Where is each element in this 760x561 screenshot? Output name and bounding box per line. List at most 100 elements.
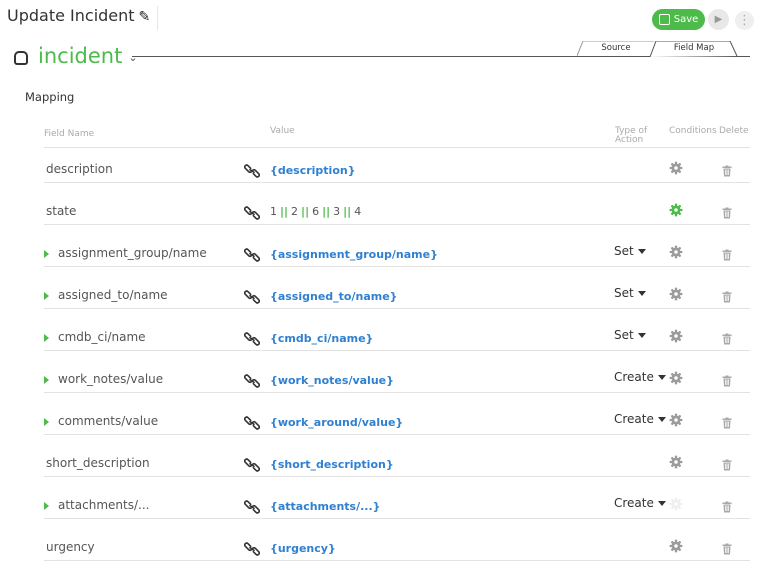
field-value[interactable]: {attachments/...} xyxy=(270,500,381,513)
action-type-label: Set xyxy=(614,286,634,300)
delete-trash-icon[interactable] xyxy=(721,162,733,177)
conditions-gear-icon[interactable] xyxy=(669,538,683,553)
expand-caret-icon[interactable] xyxy=(44,250,49,258)
column-header-delete: Delete xyxy=(719,126,749,136)
link-icon[interactable] xyxy=(243,247,261,262)
field-value[interactable]: 1 || 2 || 6 || 3 || 4 xyxy=(270,205,361,218)
link-icon[interactable] xyxy=(243,373,261,388)
page-title: Update Incident ✎ xyxy=(7,6,150,25)
conditions-gear-icon[interactable] xyxy=(669,454,683,469)
link-icon[interactable] xyxy=(243,289,261,304)
field-value[interactable]: {assignment_group/name} xyxy=(270,248,438,261)
delete-trash-icon[interactable] xyxy=(721,288,733,303)
caret-down-icon xyxy=(657,374,666,380)
field-name: short_description xyxy=(46,456,150,470)
delete-trash-icon[interactable] xyxy=(721,414,733,429)
tab-field-map[interactable]: Field Map xyxy=(650,41,738,57)
field-name: work_notes/value xyxy=(58,372,164,386)
conditions-gear-icon[interactable] xyxy=(669,370,683,385)
expand-caret-icon[interactable] xyxy=(44,376,49,384)
value-separator: || xyxy=(280,205,289,218)
action-type-dropdown[interactable]: Create xyxy=(614,370,666,384)
expand-caret-icon[interactable] xyxy=(44,502,49,510)
action-type-dropdown[interactable]: Set xyxy=(614,328,646,342)
delete-trash-icon[interactable] xyxy=(721,498,733,513)
field-name: comments/value xyxy=(58,414,159,428)
delete-trash-icon[interactable] xyxy=(721,330,733,345)
link-icon[interactable] xyxy=(243,415,261,430)
row-divider xyxy=(44,266,750,267)
value-separator: || xyxy=(343,205,352,218)
page-title-text: Update Incident xyxy=(7,6,135,25)
chevron-down-icon[interactable]: ⌄ xyxy=(128,51,137,64)
row-divider xyxy=(44,392,750,393)
column-header-value: Value xyxy=(270,126,295,136)
record-selector[interactable]: incident ⌄ xyxy=(14,42,138,70)
link-icon[interactable] xyxy=(243,205,261,220)
more-options-button[interactable]: ⋮ xyxy=(735,11,754,30)
value-separator: || xyxy=(322,205,331,218)
action-type-label: Create xyxy=(614,370,654,384)
action-type-dropdown[interactable]: Set xyxy=(614,286,646,300)
link-icon[interactable] xyxy=(243,541,261,556)
conditions-gear-icon[interactable] xyxy=(669,244,683,259)
caret-down-icon xyxy=(637,248,646,254)
delete-trash-icon[interactable] xyxy=(721,204,733,219)
field-name: urgency xyxy=(46,540,95,554)
link-icon[interactable] xyxy=(243,163,261,178)
field-value[interactable]: {work_notes/value} xyxy=(270,374,394,387)
value-part: 2 xyxy=(291,205,299,218)
conditions-gear-icon[interactable] xyxy=(669,286,683,301)
action-type-dropdown[interactable]: Create xyxy=(614,496,666,510)
delete-trash-icon[interactable] xyxy=(721,372,733,387)
action-type-label: Set xyxy=(614,328,634,342)
row-divider xyxy=(44,224,750,225)
expand-caret-icon[interactable] xyxy=(44,292,49,300)
save-button[interactable]: Save xyxy=(652,9,705,30)
field-value[interactable]: {description} xyxy=(270,164,356,177)
field-value[interactable]: {urgency} xyxy=(270,542,336,555)
header-divider xyxy=(44,147,750,148)
conditions-gear-icon[interactable] xyxy=(669,496,683,511)
field-name: attachments/... xyxy=(58,498,150,512)
link-icon[interactable] xyxy=(243,331,261,346)
run-button[interactable]: ▶ xyxy=(708,9,729,30)
expand-caret-icon[interactable] xyxy=(44,418,49,426)
field-value[interactable]: {short_description} xyxy=(270,458,394,471)
kebab-menu-icon: ⋮ xyxy=(738,13,751,28)
link-icon[interactable] xyxy=(243,457,261,472)
row-divider xyxy=(44,182,750,183)
save-button-label: Save xyxy=(673,14,699,25)
play-icon: ▶ xyxy=(714,14,723,25)
field-value[interactable]: {work_around/value} xyxy=(270,416,403,429)
caret-down-icon xyxy=(657,416,666,422)
conditions-gear-icon[interactable] xyxy=(669,328,683,343)
field-value[interactable]: {assigned_to/name} xyxy=(270,290,398,303)
edit-pencil-icon[interactable]: ✎ xyxy=(139,9,151,25)
field-name: state xyxy=(46,204,77,218)
field-name: cmdb_ci/name xyxy=(58,330,146,344)
title-divider xyxy=(157,6,158,30)
field-name: description xyxy=(46,162,113,176)
conditions-gear-icon[interactable] xyxy=(669,412,683,427)
delete-trash-icon[interactable] xyxy=(721,456,733,471)
caret-down-icon xyxy=(637,290,646,296)
conditions-gear-icon[interactable] xyxy=(669,202,683,217)
column-header-type-of-action-line2: Action xyxy=(615,135,644,145)
delete-trash-icon[interactable] xyxy=(721,540,733,555)
value-part: 1 xyxy=(270,205,277,218)
link-icon[interactable] xyxy=(243,499,261,514)
conditions-gear-icon[interactable] xyxy=(669,160,683,175)
tab-field-map-label: Field Map xyxy=(673,43,715,53)
action-type-label: Set xyxy=(614,244,634,258)
expand-caret-icon[interactable] xyxy=(44,334,49,342)
delete-trash-icon[interactable] xyxy=(721,246,733,261)
field-value[interactable]: {cmdb_ci/name} xyxy=(270,332,373,345)
record-name: incident xyxy=(38,44,123,68)
section-title: Mapping xyxy=(25,90,75,104)
column-header-conditions: Conditions xyxy=(669,126,717,136)
action-type-dropdown[interactable]: Create xyxy=(614,412,666,426)
tab-source[interactable]: Source xyxy=(577,41,655,56)
action-type-dropdown[interactable]: Set xyxy=(614,244,646,258)
action-type-label: Create xyxy=(614,412,654,426)
